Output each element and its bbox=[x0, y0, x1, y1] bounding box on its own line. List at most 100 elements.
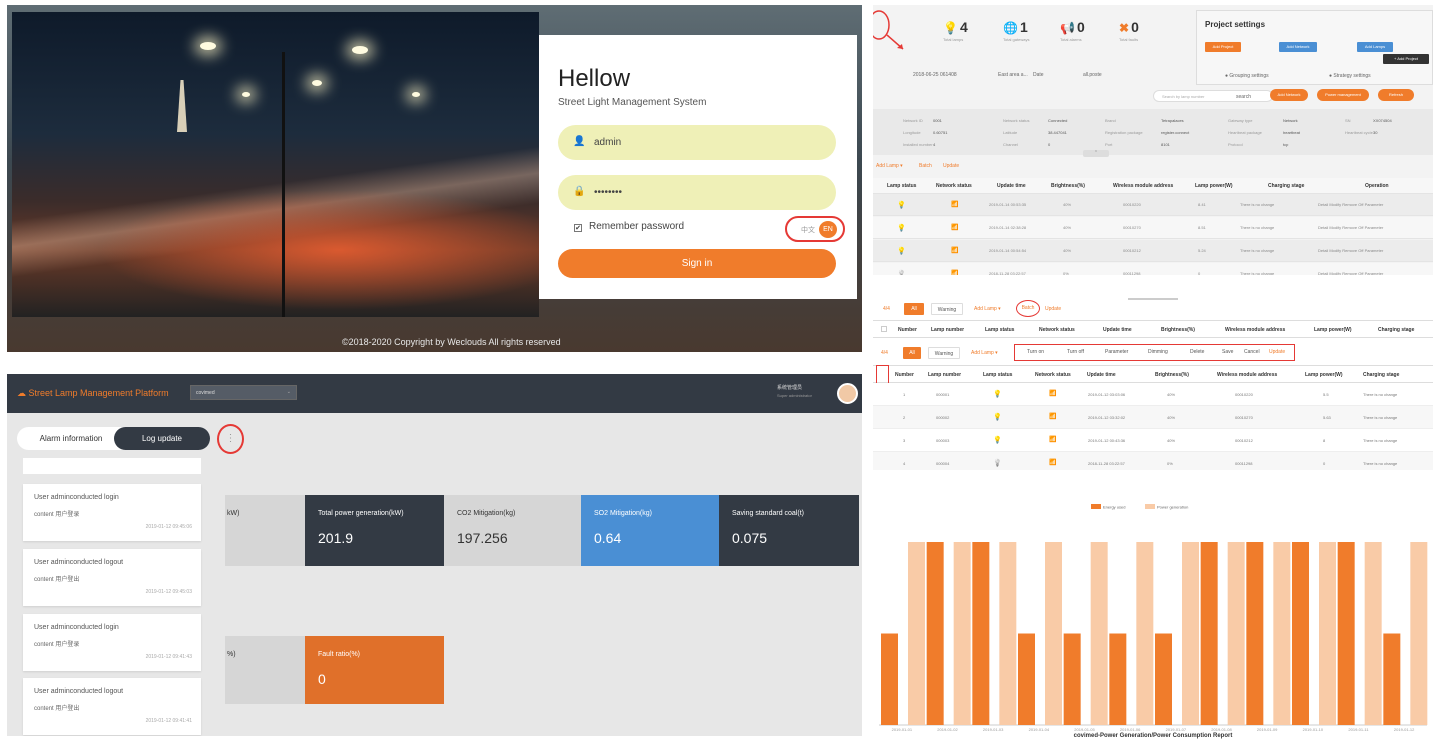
globe-icon: 🌐 bbox=[1003, 21, 1018, 35]
bar-power-generation bbox=[1410, 542, 1428, 725]
table-cell[interactable]: Detail Modify Remove Off Parameter bbox=[1318, 225, 1383, 230]
batch-action-update[interactable]: Update bbox=[1269, 349, 1285, 355]
user-info[interactable]: 系统管理员 Super administrator bbox=[777, 384, 812, 398]
table-cell: 0 bbox=[1198, 271, 1201, 275]
log-actor: User adminconducted login bbox=[34, 624, 119, 631]
lamp-search-input[interactable]: Search by lamp number bbox=[1153, 90, 1273, 102]
add-network-button[interactable]: Add Network bbox=[1270, 89, 1308, 101]
lang-en-option[interactable]: EN bbox=[819, 221, 837, 238]
username-input[interactable]: 👤 admin bbox=[558, 125, 836, 160]
batch-link-highlighted[interactable]: Batch bbox=[1016, 300, 1040, 317]
collapse-handle[interactable]: ⌃ bbox=[1083, 150, 1109, 157]
bar-energy-used bbox=[1337, 542, 1355, 725]
column-header: Wireless module address bbox=[1217, 372, 1278, 378]
metric-label: CO2 Mitigation(kg) bbox=[457, 510, 516, 517]
bar-energy-used bbox=[1246, 542, 1264, 725]
bar-energy-used bbox=[1200, 542, 1218, 725]
add-lamps-small-button[interactable]: Add Lamps bbox=[1357, 42, 1393, 52]
detail-label: Installed number bbox=[903, 142, 933, 147]
language-toggle[interactable]: 中文 EN bbox=[785, 216, 845, 242]
log-time: 2019-01-12 09:41:43 bbox=[145, 654, 192, 660]
x-tick-label: 2019-01-03 bbox=[983, 727, 1004, 732]
metric-value: 201.9 bbox=[318, 530, 354, 546]
detail-label: Brand bbox=[1105, 118, 1116, 123]
table-cell[interactable]: Detail Modify Remove Off Parameter bbox=[1318, 271, 1383, 275]
tab-log-update[interactable]: Log update bbox=[114, 427, 210, 450]
grouping-settings[interactable]: ● Grouping settings bbox=[1225, 73, 1269, 79]
tab-alarm-information[interactable]: Alarm information bbox=[22, 427, 120, 450]
tab-all[interactable]: All bbox=[904, 303, 924, 315]
batch-link[interactable]: Batch bbox=[919, 163, 932, 169]
username-value: admin bbox=[594, 137, 622, 148]
batch-action-turn-off[interactable]: Turn off bbox=[1067, 349, 1084, 355]
chevron-down-icon: ⌄ bbox=[286, 389, 291, 395]
module-address: 00010212 bbox=[1235, 438, 1253, 443]
batch-action-cancel[interactable]: Cancel bbox=[1244, 349, 1260, 355]
log-card[interactable]: User adminconducted login content 用户登录 201… bbox=[23, 614, 201, 671]
refresh-button[interactable]: Refresh bbox=[1378, 89, 1414, 101]
add-lamp-menu-2[interactable]: Add Lamp ▾ bbox=[974, 306, 1001, 312]
bar-energy-used bbox=[1018, 633, 1035, 725]
table-row[interactable]: 4 000004 💡 📶 2018-11-28 03:22:57 0% 00011298 0 T… bbox=[873, 452, 1433, 470]
column-header: Number bbox=[898, 327, 917, 333]
password-input[interactable]: 🔒 •••••••• bbox=[558, 175, 836, 210]
tab-warning[interactable]: Warning bbox=[931, 303, 963, 315]
network-details: Network ID 0001 Network status Connected Bra… bbox=[873, 109, 1433, 155]
log-card[interactable]: User adminconducted login content 用户登录 201… bbox=[23, 484, 201, 541]
remember-checkbox[interactable]: ✔ bbox=[574, 224, 582, 232]
lamp-power: 0 bbox=[1323, 461, 1326, 466]
search-button[interactable]: search bbox=[1236, 94, 1251, 100]
metric-tile: Fault ratio(%) 0 bbox=[305, 636, 444, 704]
table-cell[interactable]: Detail Modify Remove Off Parameter bbox=[1318, 202, 1383, 207]
bar-power-generation bbox=[1273, 542, 1291, 725]
chart-title: covimed-Power Generation/Power Consumpti… bbox=[1073, 733, 1233, 739]
sign-in-button[interactable]: Sign in bbox=[558, 249, 836, 278]
add-network-small-button[interactable]: Add Network bbox=[1279, 42, 1317, 52]
table-row[interactable]: 2 000002 💡 📶 2019-01-12 03:32:02 40% 00010270 5… bbox=[873, 406, 1433, 429]
login-title: Hellow bbox=[558, 65, 631, 92]
remember-password[interactable]: ✔ Remember password bbox=[574, 221, 684, 232]
tab-all-2[interactable]: All bbox=[903, 347, 921, 359]
update-time: 2019-01-12 00:43:36 bbox=[1088, 438, 1126, 443]
x-tick-label: 2019-01-10 bbox=[1303, 727, 1324, 732]
add-project-button[interactable]: + Add Project bbox=[1383, 54, 1429, 64]
lamp-power: 5.63 bbox=[1323, 415, 1331, 420]
detail-value: 0.60751 bbox=[933, 130, 948, 135]
detail-value: Network bbox=[1283, 118, 1298, 123]
project-select[interactable]: covimed ⌄ bbox=[190, 385, 297, 400]
log-card[interactable]: User adminconducted logout content 用户登出 20… bbox=[23, 678, 201, 735]
update-link[interactable]: Update bbox=[943, 163, 959, 169]
lang-cn-option[interactable]: 中文 bbox=[801, 225, 815, 235]
strategy-settings[interactable]: ● Strategy settings bbox=[1329, 73, 1371, 79]
batch-action-dimming[interactable]: Dimming bbox=[1148, 349, 1168, 355]
add-lamp-menu[interactable]: Add Lamp ▾ bbox=[876, 163, 903, 169]
more-options-button[interactable]: ⋮ bbox=[217, 424, 244, 454]
add-project-small-button[interactable]: Add Project bbox=[1205, 42, 1241, 52]
tab-warning-2[interactable]: Warning bbox=[928, 347, 960, 359]
bar-energy-used bbox=[1063, 633, 1081, 725]
column-header: Network status bbox=[1039, 327, 1075, 333]
avatar[interactable] bbox=[837, 383, 858, 404]
platform-logo[interactable]: ☁ Street Lamp Management Platform bbox=[17, 388, 169, 399]
detail-value: 0001 bbox=[933, 118, 942, 123]
batch-action-delete[interactable]: Delete bbox=[1190, 349, 1204, 355]
stat-faults: ✖ 0 Total faults bbox=[1119, 19, 1139, 42]
batch-lamp-view: 4/4 All Warning Add Lamp ▾ Batch Update … bbox=[873, 298, 1433, 470]
batch-action-parameter[interactable]: Parameter bbox=[1105, 349, 1128, 355]
log-card[interactable]: User adminconducted logout content 用户登出 20… bbox=[23, 549, 201, 606]
stat-alarms: 📢 0 Total alarms bbox=[1060, 19, 1085, 42]
table-cell: There is no change bbox=[1240, 248, 1275, 253]
update-link-2[interactable]: Update bbox=[1045, 306, 1061, 312]
legend-swatch bbox=[1091, 504, 1101, 509]
table-row: 💡 📶 2019-01-14 00:54:54 40% 00010212 5.24 Ther… bbox=[873, 240, 1433, 262]
table-cell[interactable]: Detail Modify Remove Off Parameter bbox=[1318, 248, 1383, 253]
batch-action-save[interactable]: Save bbox=[1222, 349, 1233, 355]
power-management-button[interactable]: Power management bbox=[1317, 89, 1369, 101]
legend-label: Power generation bbox=[1157, 505, 1188, 510]
table-row[interactable]: 3 000003 💡 📶 2019-01-12 00:43:36 40% 00010212 8… bbox=[873, 429, 1433, 452]
batch-action-turn-on[interactable]: Turn on bbox=[1027, 349, 1044, 355]
power-report-chart: 2019-01-01 2019-01-02 2019-01-03 2019-01-04… bbox=[873, 497, 1433, 743]
lamp-count-2: 4/4 bbox=[881, 350, 888, 356]
add-lamp-menu-3[interactable]: Add Lamp ▾ bbox=[971, 350, 998, 356]
table-row[interactable]: 1 000001 💡 📶 2019-01-12 03:03:06 40% 00010220 5… bbox=[873, 383, 1433, 406]
